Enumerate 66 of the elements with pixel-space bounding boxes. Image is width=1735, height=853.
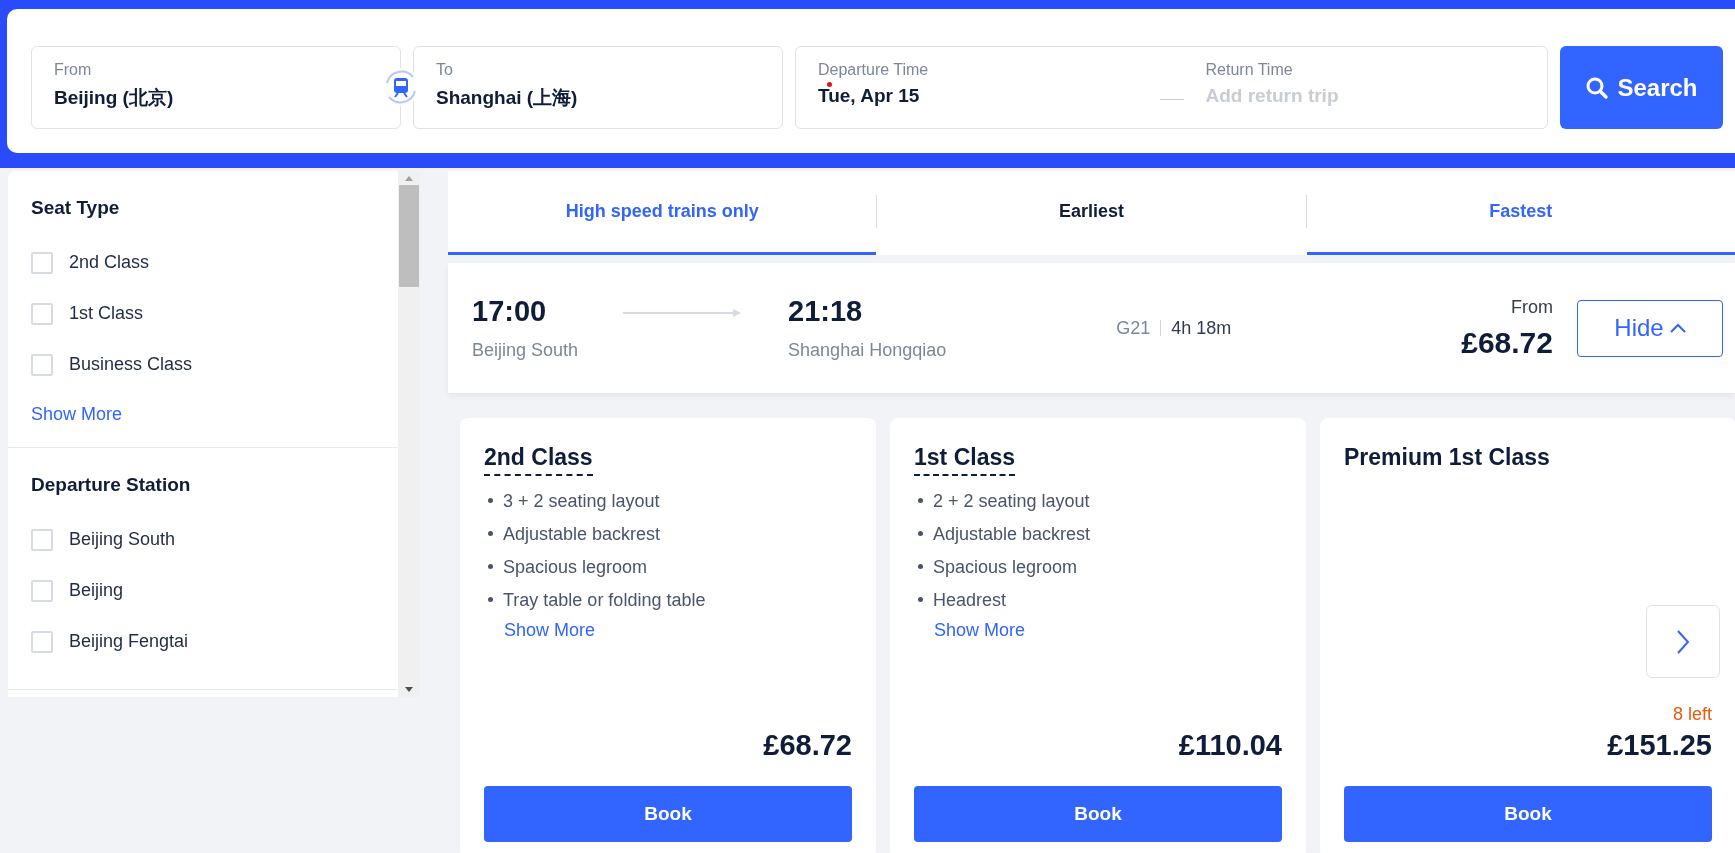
option-label: Beijing <box>69 580 124 601</box>
feature-item: 3 + 2 seating layout <box>503 489 660 512</box>
fare-price: £151.25 <box>1607 729 1712 762</box>
to-field[interactable]: To Shanghai (上海) <box>413 46 783 129</box>
fare-price: £68.72 <box>763 729 852 762</box>
arrival-time: 21:18 <box>788 295 864 328</box>
bullet-icon <box>918 564 923 569</box>
field-value: Beijing (北京) <box>54 86 175 110</box>
bullet-icon <box>918 498 923 503</box>
feature-item: Adjustable backrest <box>503 522 661 545</box>
arrow-icon <box>623 309 742 317</box>
show-more-link[interactable]: Show More <box>484 616 852 644</box>
fare-title: 2nd Class <box>484 444 593 476</box>
from-field[interactable]: From Beijing (北京) <box>31 46 401 129</box>
field-label: To <box>436 61 453 79</box>
checkbox[interactable] <box>31 528 53 551</box>
price: £68.72 <box>1461 325 1553 360</box>
book-button[interactable]: Book <box>1344 786 1712 842</box>
station-name: Beijing South <box>472 340 579 361</box>
feature-item: Tray table or folding table <box>503 588 706 611</box>
field-value: Shanghai (上海) <box>436 86 579 110</box>
option-label: Beijing Fengtai <box>69 631 189 652</box>
bullet-icon <box>918 597 923 602</box>
seats-left: 8 left <box>1672 704 1712 725</box>
option-label: Business Class <box>69 354 193 375</box>
bullet-icon <box>488 498 493 503</box>
field-label: From <box>54 61 92 79</box>
departure-time: 17:00 <box>472 295 548 328</box>
show-more-link[interactable]: Show More <box>914 616 1282 644</box>
price-label: From <box>1511 296 1553 318</box>
feature-item: Spacious legroom <box>933 555 1078 578</box>
option-label: 2nd Class <box>69 252 150 273</box>
fare-price: £110.04 <box>1178 729 1282 762</box>
hide-button[interactable]: Hide <box>1577 299 1723 357</box>
scroll-thumb[interactable] <box>399 185 419 287</box>
checkbox[interactable] <box>31 353 53 376</box>
checkbox[interactable] <box>31 630 53 653</box>
bullet-icon <box>918 531 923 536</box>
show-more-link[interactable]: Show More <box>31 404 375 425</box>
chevron-right-icon <box>1676 628 1690 655</box>
book-button[interactable]: Book <box>914 786 1282 842</box>
fare-title: 1st Class <box>914 444 1015 476</box>
bullet-icon <box>488 564 493 569</box>
checkbox[interactable] <box>31 579 53 602</box>
option-label: 1st Class <box>69 303 144 324</box>
search-icon <box>1585 75 1610 100</box>
train-number: G21 <box>1116 317 1151 339</box>
filter-title: Departure Station <box>31 474 192 496</box>
bullet-icon <box>488 531 493 536</box>
checkbox[interactable] <box>31 302 53 325</box>
feature-item: 2 + 2 seating layout <box>933 489 1090 512</box>
checkbox[interactable] <box>31 251 53 274</box>
chevron-up-icon <box>1669 323 1686 333</box>
station-name: Shanghai Hongqiao <box>788 340 947 361</box>
feature-item: Spacious legroom <box>503 555 648 578</box>
bullet-icon <box>488 597 493 602</box>
book-button[interactable]: Book <box>484 786 852 842</box>
search-button[interactable]: Search <box>1560 46 1723 129</box>
feature-item: Adjustable backrest <box>933 522 1091 545</box>
feature-item: Headrest <box>933 588 1007 611</box>
fare-title: Premium 1st Class <box>1344 444 1550 472</box>
trip-duration: 4h 18m <box>1171 317 1232 339</box>
filter-title: Seat Type <box>31 197 121 219</box>
next-button[interactable] <box>1646 605 1720 678</box>
option-label: Beijing South <box>69 529 176 550</box>
scrollbar[interactable] <box>398 171 420 697</box>
